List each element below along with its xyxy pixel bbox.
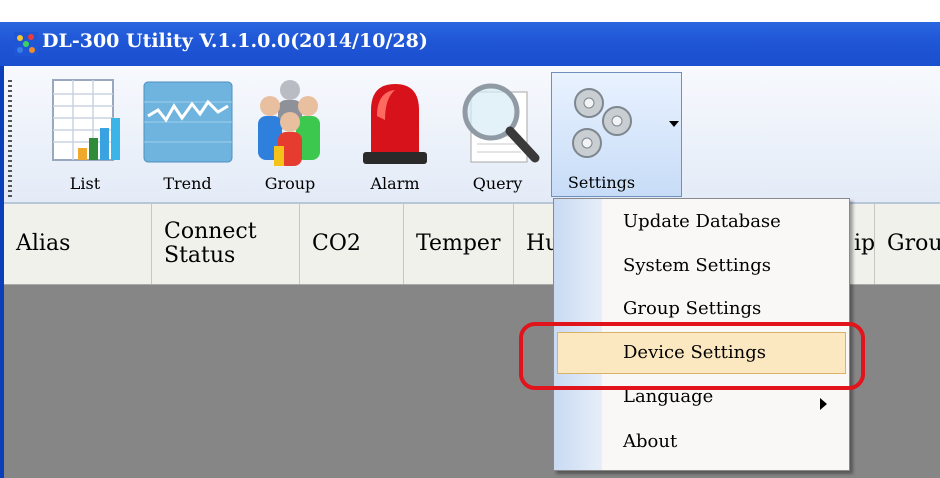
menu-item-about[interactable]: About bbox=[623, 431, 677, 452]
list-label: List bbox=[69, 174, 101, 193]
submenu-arrow-icon bbox=[820, 398, 827, 410]
alarm-icon bbox=[363, 84, 427, 164]
chevron-down-icon bbox=[669, 121, 679, 127]
column-ip[interactable]: ip bbox=[850, 204, 875, 284]
trend-button[interactable]: Trend bbox=[140, 72, 235, 197]
column-alias[interactable]: Alias bbox=[4, 204, 152, 284]
group-icon bbox=[258, 80, 320, 166]
column-temperature[interactable]: Temper bbox=[404, 204, 514, 284]
top-margin bbox=[0, 0, 940, 22]
column-co2[interactable]: CO2 bbox=[300, 204, 404, 284]
toolbar-grip[interactable] bbox=[8, 80, 12, 198]
alarm-button[interactable]: Alarm bbox=[350, 72, 440, 197]
query-icon bbox=[462, 83, 539, 163]
menu-item-update-database[interactable]: Update Database bbox=[623, 211, 781, 232]
app-icon bbox=[14, 32, 38, 56]
alarm-label: Alarm bbox=[370, 174, 420, 193]
settings-label: Settings bbox=[567, 173, 636, 192]
column-connect-status[interactable]: Connect Status bbox=[152, 204, 300, 284]
column-group[interactable]: Grou bbox=[875, 204, 940, 284]
window-title: DL-300 Utility V.1.1.0.0(2014/10/28) bbox=[42, 30, 428, 52]
list-button[interactable]: List bbox=[30, 72, 140, 197]
menu-item-system-settings[interactable]: System Settings bbox=[623, 255, 771, 276]
settings-button[interactable]: Settings bbox=[551, 72, 682, 197]
red-highlight-callout bbox=[519, 322, 865, 390]
trend-label: Trend bbox=[163, 174, 212, 193]
gears-icon bbox=[572, 88, 632, 158]
trend-icon bbox=[143, 81, 232, 163]
group-button[interactable]: Group bbox=[240, 72, 340, 197]
group-label: Group bbox=[264, 174, 316, 193]
menu-item-group-settings[interactable]: Group Settings bbox=[623, 298, 761, 319]
list-icon bbox=[52, 79, 120, 161]
